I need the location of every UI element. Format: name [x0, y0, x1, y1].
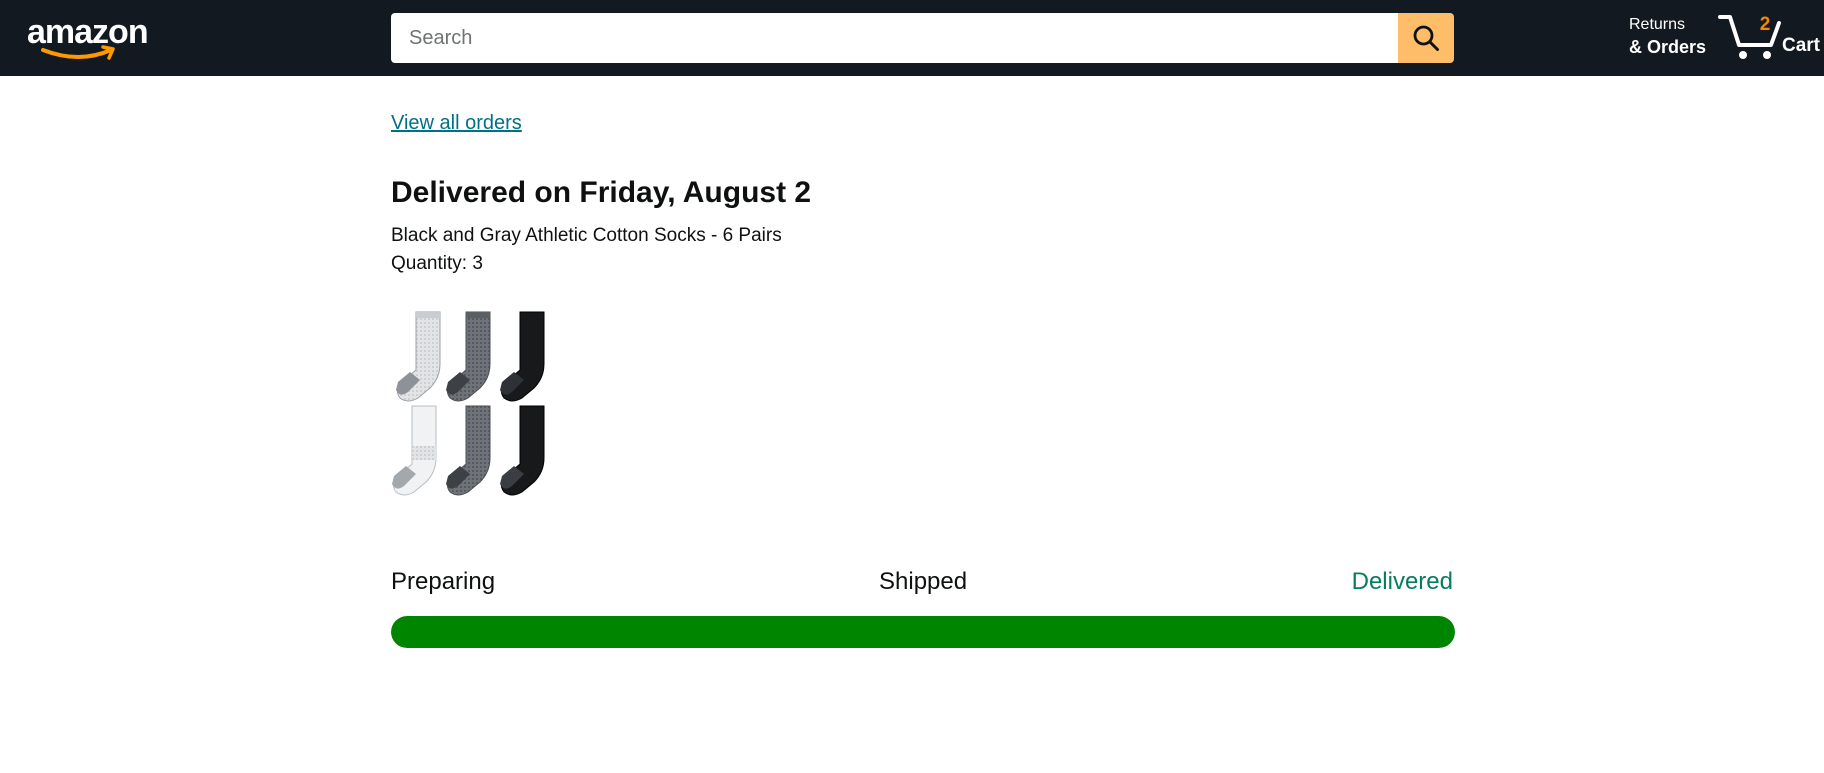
sock-gray-bottom [446, 405, 491, 496]
search-bar [391, 13, 1454, 63]
smile-arrow-icon [41, 45, 115, 60]
sock-black-top [500, 311, 545, 402]
product-quantity: Quantity: 3 [391, 253, 483, 274]
sock-dark-gray-top [446, 311, 491, 402]
search-icon [1413, 25, 1439, 51]
amazon-logo[interactable]: amazon [27, 12, 157, 62]
sock-black-bottom [500, 405, 545, 496]
sock-white-bottom [392, 405, 437, 496]
orders-label: & Orders [1629, 37, 1707, 57]
view-all-orders-link[interactable]: View all orders [391, 112, 522, 135]
top-nav-bar: amazon Returns & Orders 2 Cart [0, 0, 1824, 76]
delivery-progress-bar [391, 616, 1455, 648]
search-button[interactable] [1398, 13, 1454, 63]
returns-and-orders-link[interactable]: Returns & Orders [1629, 15, 1706, 59]
stage-shipped: Shipped [879, 568, 968, 595]
delivery-status-title: Delivered on Friday, August 2 [391, 176, 812, 209]
delivery-progress-fill [391, 616, 1455, 648]
stage-preparing: Preparing [391, 568, 496, 595]
product-name: Black and Gray Athletic Cotton Socks - 6… [391, 225, 782, 246]
search-input[interactable] [391, 13, 1398, 63]
stage-delivered: Delivered [1351, 568, 1453, 595]
cart-count-badge: 2 [1759, 14, 1771, 35]
cart-label: Cart [1782, 35, 1821, 56]
returns-label: Returns [1629, 16, 1686, 33]
cart-button[interactable]: 2 Cart [1718, 10, 1824, 66]
socks-six-pack-image[interactable] [388, 306, 562, 502]
sock-light-gray-top [396, 311, 441, 402]
